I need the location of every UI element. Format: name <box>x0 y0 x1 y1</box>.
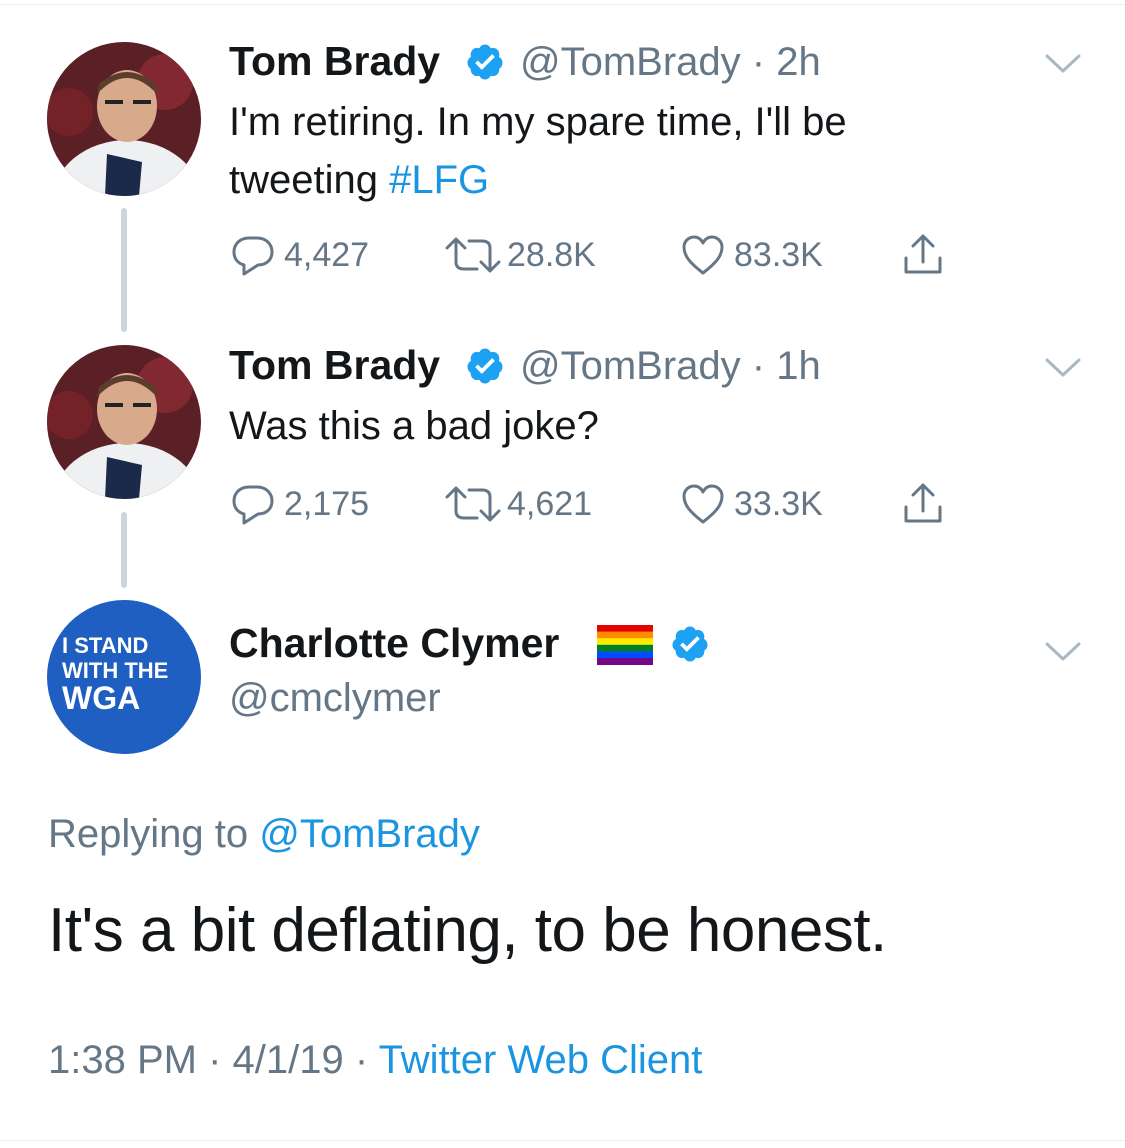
retweet-icon <box>445 237 501 273</box>
like-button[interactable]: 83.3K <box>680 232 823 278</box>
tweet-text-line1: Was this a bad joke? <box>229 404 599 448</box>
like-count: 33.3K <box>734 484 823 523</box>
rainbow-flag-icon <box>597 625 653 665</box>
tweet-handle[interactable]: @TomBrady <box>520 40 741 84</box>
like-icon <box>682 235 724 275</box>
verified-badge-icon <box>672 626 708 662</box>
reply-button[interactable]: 2,175 <box>230 481 369 527</box>
hashtag-link[interactable]: #LFG <box>389 158 489 202</box>
reply-icon <box>232 485 274 525</box>
focused-tweet-text: It's a bit deflating, to be honest. <box>48 896 887 965</box>
tweet-text-line1: I'm retiring. In my spare time, I'll be <box>229 100 847 144</box>
avatar-tom-brady[interactable] <box>47 42 201 196</box>
replying-to-link[interactable]: @TomBrady <box>259 812 480 856</box>
chevron-down-icon[interactable] <box>1044 640 1082 664</box>
chevron-down-icon[interactable] <box>1044 52 1082 76</box>
tweet-author-name[interactable]: Tom Brady <box>229 38 440 85</box>
reply-count: 4,427 <box>284 235 370 274</box>
like-icon <box>682 484 724 524</box>
retweet-count: 4,621 <box>507 484 593 523</box>
top-divider <box>0 4 1125 5</box>
tweet-metadata: 1:38 PM · 4/1/19 · Twitter Web Client <box>48 1038 702 1083</box>
thread-connector-2 <box>121 512 127 588</box>
avatar-tom-brady[interactable] <box>47 345 201 499</box>
verified-badge-icon <box>467 44 503 80</box>
share-icon[interactable] <box>900 232 946 278</box>
tweet-text-line2: tweeting #LFG <box>229 151 489 209</box>
avatar-text-line3: WGA <box>62 680 141 716</box>
bottom-divider <box>0 1140 1125 1141</box>
reply-icon <box>232 236 274 276</box>
tweet-time[interactable]: 1h <box>776 344 821 388</box>
retweet-button[interactable]: 4,621 <box>443 481 592 527</box>
reply-button[interactable]: 4,427 <box>230 232 369 278</box>
tweet-handle[interactable]: @cmclymer <box>229 676 441 721</box>
tweet-author-name[interactable]: Tom Brady <box>229 342 440 389</box>
tweet-author-name[interactable]: Charlotte Clymer <box>229 620 559 667</box>
tweet-handle-meta: @TomBrady · 1h <box>520 344 821 389</box>
retweet-count: 28.8K <box>507 235 596 274</box>
retweet-icon <box>445 486 501 522</box>
tweet-handle-meta: @TomBrady · 2h <box>520 40 821 85</box>
tweet-time[interactable]: 1:38 PM <box>48 1038 197 1082</box>
replying-prefix: Replying to <box>48 812 260 856</box>
separator: · <box>740 344 777 388</box>
chevron-down-icon[interactable] <box>1044 356 1082 380</box>
separator: · <box>196 1038 233 1082</box>
separator: · <box>343 1038 379 1082</box>
tweet-date[interactable]: 4/1/19 <box>233 1038 344 1082</box>
tweet-text-prefix: tweeting <box>229 158 390 202</box>
verified-badge-icon <box>467 348 503 384</box>
avatar-text-line1: I STAND <box>62 633 149 658</box>
tweet-handle[interactable]: @TomBrady <box>520 344 741 388</box>
share-icon[interactable] <box>900 481 946 527</box>
tweet-time[interactable]: 2h <box>776 40 821 84</box>
replying-to: Replying to @TomBrady <box>48 812 480 857</box>
like-count: 83.3K <box>734 235 823 274</box>
thread-connector-top-2 <box>121 300 127 332</box>
reply-count: 2,175 <box>284 484 370 523</box>
separator: · <box>740 40 777 84</box>
tweet-client-link[interactable]: Twitter Web Client <box>379 1038 703 1082</box>
retweet-button[interactable]: 28.8K <box>443 232 596 278</box>
like-button[interactable]: 33.3K <box>680 481 823 527</box>
